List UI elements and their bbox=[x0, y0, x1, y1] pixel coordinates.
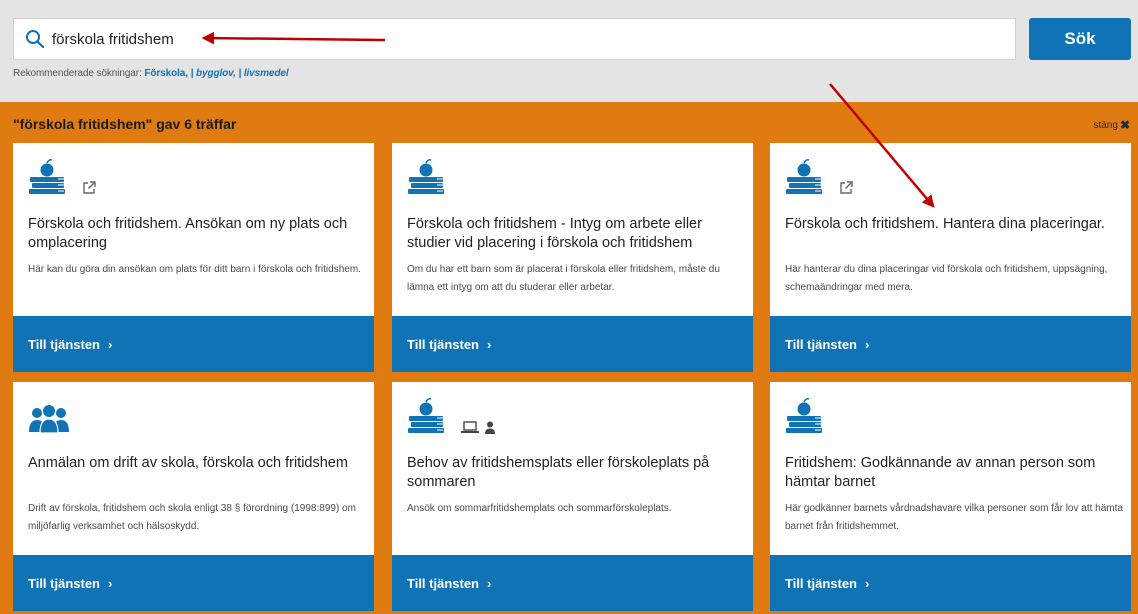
external-link-icon bbox=[82, 181, 96, 195]
service-card-hantera-placeringar: Förskola och fritidshem. Hantera dina pl… bbox=[770, 143, 1131, 372]
card-description: Ansök om sommarfritidshemplats och somma… bbox=[407, 503, 672, 514]
cta-label: Till tjänsten bbox=[407, 336, 479, 352]
card-title: Fritidshem: Godkännande av annan person … bbox=[785, 455, 1096, 490]
chevron-right-icon: › bbox=[487, 575, 492, 591]
books-apple-icon bbox=[785, 398, 825, 434]
go-to-service-button[interactable]: Till tjänsten › bbox=[770, 555, 1131, 611]
laptop-icon bbox=[461, 421, 479, 434]
service-card-ny-plats: Förskola och fritidshem. Ansökan om ny p… bbox=[13, 143, 374, 372]
go-to-service-button[interactable]: Till tjänsten › bbox=[392, 316, 753, 372]
card-title: Förskola och fritidshem - Intyg om arbet… bbox=[407, 216, 702, 251]
go-to-service-button[interactable]: Till tjänsten › bbox=[13, 316, 374, 372]
cta-label: Till tjänsten bbox=[28, 575, 100, 591]
card-title: Anmälan om drift av skola, förskola och … bbox=[28, 455, 348, 471]
chevron-right-icon: › bbox=[108, 575, 113, 591]
go-to-service-button[interactable]: Till tjänsten › bbox=[770, 316, 1131, 372]
go-to-service-button[interactable]: Till tjänsten › bbox=[392, 555, 753, 611]
recommended-searches: Rekommenderade sökningar: Förskola, | by… bbox=[13, 68, 289, 79]
person-icon bbox=[485, 421, 495, 434]
recommended-link-livsmedel[interactable]: | livsmedel bbox=[238, 68, 288, 79]
card-title: Förskola och fritidshem. Hantera dina pl… bbox=[785, 216, 1105, 232]
card-description: Här godkänner barnets vårdnadshavare vil… bbox=[785, 503, 1123, 532]
close-icon: ✖ bbox=[1119, 118, 1130, 132]
service-card-godkannande: Fritidshem: Godkännande av annan person … bbox=[770, 382, 1131, 611]
card-description: Drift av förskola, fritidshem och skola … bbox=[28, 503, 356, 532]
card-description: Här kan du göra din ansökan om plats för… bbox=[28, 264, 361, 275]
search-icon bbox=[25, 29, 45, 49]
chevron-right-icon: › bbox=[865, 575, 870, 591]
card-icons bbox=[407, 396, 495, 434]
card-icons bbox=[28, 396, 70, 434]
books-apple-icon bbox=[407, 159, 447, 195]
card-description: Här hanterar du dina placeringar vid för… bbox=[785, 264, 1108, 293]
recommended-link-forskola[interactable]: Förskola, bbox=[144, 68, 188, 79]
cta-label: Till tjänsten bbox=[785, 336, 857, 352]
go-to-service-button[interactable]: Till tjänsten › bbox=[13, 555, 374, 611]
search-button[interactable]: Sök bbox=[1029, 18, 1131, 60]
chevron-right-icon: › bbox=[487, 336, 492, 352]
chevron-right-icon: › bbox=[865, 336, 870, 352]
books-apple-icon bbox=[785, 159, 825, 195]
cta-label: Till tjänsten bbox=[785, 575, 857, 591]
cta-label: Till tjänsten bbox=[28, 336, 100, 352]
chevron-right-icon: › bbox=[108, 336, 113, 352]
results-title: "förskola fritidshem" gav 6 träffar bbox=[13, 116, 237, 132]
search-box[interactable] bbox=[13, 18, 1016, 60]
card-description: Om du har ett barn som är placerat i för… bbox=[407, 264, 720, 293]
close-label: stäng bbox=[1093, 119, 1118, 131]
books-apple-icon bbox=[407, 398, 447, 434]
service-card-anmalan-drift: Anmälan om drift av skola, förskola och … bbox=[13, 382, 374, 611]
service-card-sommarplats: Behov av fritidshemsplats eller förskole… bbox=[392, 382, 753, 611]
card-icons bbox=[28, 157, 96, 195]
recommended-label: Rekommenderade sökningar: bbox=[13, 68, 142, 79]
service-card-intyg: Förskola och fritidshem - Intyg om arbet… bbox=[392, 143, 753, 372]
card-icons bbox=[785, 396, 825, 434]
books-apple-icon bbox=[28, 159, 68, 195]
search-input[interactable] bbox=[52, 19, 992, 59]
external-link-icon bbox=[839, 181, 853, 195]
card-title: Förskola och fritidshem. Ansökan om ny p… bbox=[28, 216, 348, 251]
card-icons bbox=[407, 157, 447, 195]
card-icons bbox=[785, 157, 853, 195]
close-results-button[interactable]: stäng ✖ bbox=[1093, 118, 1130, 132]
card-title: Behov av fritidshemsplats eller förskole… bbox=[407, 455, 710, 490]
recommended-link-bygglov[interactable]: | bygglov, bbox=[191, 68, 236, 79]
cta-label: Till tjänsten bbox=[407, 575, 479, 591]
people-group-icon bbox=[28, 404, 70, 434]
